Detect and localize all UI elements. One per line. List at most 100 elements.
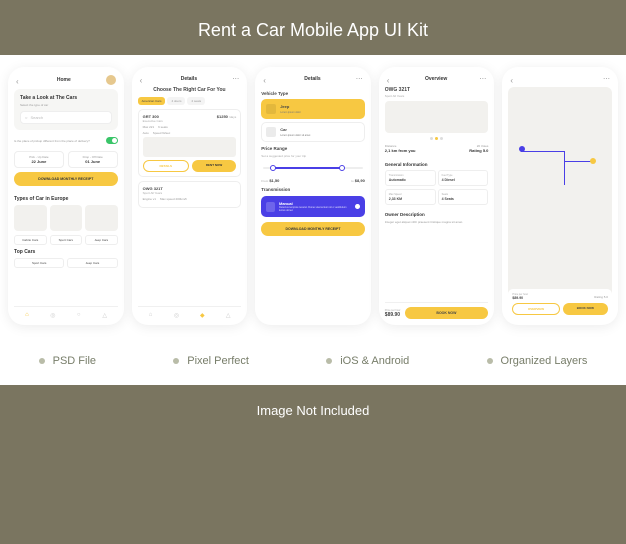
home-icon[interactable]: ⌂ <box>23 311 31 319</box>
screen-filters: Details Vehicle Type Jeep Lorem ipsum do… <box>255 67 371 325</box>
car-type-chip[interactable]: Jeep Cars <box>85 235 118 245</box>
search-icon <box>25 115 27 120</box>
welcome-sub: Select the type of car <box>20 103 112 107</box>
disclaimer-text: Image Not Included <box>257 385 370 436</box>
download-button[interactable]: DOWNLOAD MONTHLY RECEIPT <box>261 222 365 236</box>
home-icon[interactable]: ⌂ <box>147 311 155 319</box>
book-button[interactable]: BOOK NOW <box>563 303 608 315</box>
carousel-dots <box>385 137 489 140</box>
screen-map: Price per hour $89.90 Rating 5.0 OVERVIE… <box>502 67 618 325</box>
back-icon[interactable] <box>387 76 393 82</box>
user-icon[interactable]: △ <box>224 311 232 319</box>
compass-icon[interactable]: ◎ <box>49 311 57 319</box>
screen-title: Details <box>181 76 197 82</box>
pickup-date-box[interactable]: Pick - Up Date 22 June <box>14 151 64 168</box>
filter-chip[interactable]: 4 doors <box>167 97 185 105</box>
car-type-chip[interactable]: Cabrio Cars <box>14 235 47 245</box>
spec: Max speed 200km/h <box>160 197 187 201</box>
vehicle-desc: Lorem ipsum dolor <box>280 111 301 114</box>
car-type-tile[interactable] <box>85 205 118 231</box>
owner-desc-heading: Owner Description <box>385 212 489 217</box>
vehicle-option-car[interactable]: Car Lorem ipsum dolor sit amet <box>261 122 365 142</box>
search-input[interactable]: Search <box>20 111 112 124</box>
price-slider[interactable] <box>263 164 363 172</box>
price-sub: Set a suggested price for your trip <box>261 154 365 158</box>
car-name: OWG 321T <box>385 87 489 93</box>
transmission-option[interactable]: Manual Delectus tempore tenetur. Donec e… <box>261 196 365 217</box>
welcome-heading: Take a Look at The Cars <box>20 95 112 101</box>
subtitle: Choose The Right Car For You <box>138 87 242 93</box>
car-icon <box>266 127 276 137</box>
compass-icon[interactable]: ◎ <box>172 311 180 319</box>
bottom-nav: ⌂ ◎ ◆ △ <box>138 306 242 319</box>
screen-title: Overview <box>425 76 447 82</box>
details-button[interactable]: DETAILS <box>143 160 189 172</box>
transmission-desc: Delectus tempore tenetur. Donec elementu… <box>279 206 351 212</box>
spec: 6 seats <box>158 125 168 129</box>
feature-item: iOS & Android <box>340 355 409 367</box>
screen-home: Home Take a Look at The Cars Select the … <box>8 67 124 325</box>
dot-icon[interactable] <box>440 137 443 140</box>
more-icon[interactable] <box>479 75 486 83</box>
car-card[interactable]: OWG 321T Sport All Years Engine v1 Max s… <box>138 181 242 208</box>
overview-button[interactable]: OVERVIEW <box>512 303 559 315</box>
bullet-icon <box>39 358 45 364</box>
map-view[interactable] <box>508 87 612 315</box>
bullet-icon <box>173 358 179 364</box>
toggle-switch[interactable] <box>106 137 118 144</box>
slider-thumb-min[interactable] <box>270 165 276 171</box>
car-icon[interactable]: ◆ <box>198 311 206 319</box>
feature-item: PSD File <box>53 355 96 367</box>
pickup-value: 22 June <box>31 159 46 164</box>
car-card[interactable]: GRT 300 Executive Cars $1250 /days Max 2… <box>138 109 242 177</box>
filter-chip[interactable]: 2 seats <box>187 97 205 105</box>
car-category: Sport All Years <box>143 191 163 195</box>
car-type-chip[interactable]: Sport Cars <box>50 235 83 245</box>
car-price: $1250 <box>217 114 228 119</box>
vehicle-name: Car <box>280 127 310 132</box>
more-icon[interactable] <box>603 75 610 83</box>
vehicle-option-jeep[interactable]: Jeep Lorem ipsum dolor <box>261 99 365 119</box>
screen-title: Home <box>57 77 71 83</box>
search-placeholder: Search <box>30 115 43 120</box>
end-pin-icon <box>590 158 596 164</box>
price-value: $89.90 <box>385 312 400 318</box>
download-button[interactable]: DOWNLOAD MONTHLY RECEIPT <box>14 172 118 186</box>
rating-value: Rating 5.0 <box>469 148 488 153</box>
spec-box: TransmissionAutomatic <box>385 170 436 186</box>
back-icon[interactable] <box>140 76 146 82</box>
toggle-label: Is the place of pickup different from th… <box>14 139 90 143</box>
from-label: From <box>261 179 268 183</box>
rating: Rating 5.0 <box>594 295 608 299</box>
dropoff-value: 01 June <box>85 159 100 164</box>
book-button[interactable]: BOOK NOW <box>405 307 489 319</box>
menu-icon[interactable] <box>16 77 22 83</box>
dropoff-date-box[interactable]: Drop - Off Date 01 June <box>68 151 118 168</box>
general-info-heading: General Information <box>385 162 489 167</box>
spec: Max 221 <box>143 125 155 129</box>
more-icon[interactable] <box>232 75 239 83</box>
transmission-icon <box>266 202 275 212</box>
screen-details-list: Details Choose The Right Car For You Ame… <box>132 67 248 325</box>
more-icon[interactable] <box>356 75 363 83</box>
dot-icon[interactable] <box>430 137 433 140</box>
page-title: Rent a Car Mobile App UI Kit <box>198 0 428 55</box>
car-image-placeholder <box>143 137 237 157</box>
filter-chips: American Cars 4 doors 2 seats <box>138 97 242 105</box>
back-icon[interactable] <box>263 76 269 82</box>
car-type-tile[interactable] <box>14 205 47 231</box>
search-nav-icon[interactable]: ○ <box>75 311 83 319</box>
top-car-chip[interactable]: Jeep Cars <box>67 258 117 268</box>
avatar[interactable] <box>106 75 116 85</box>
filter-chip[interactable]: American Cars <box>138 97 166 105</box>
car-type-tile[interactable] <box>50 205 83 231</box>
route-segment <box>564 161 591 162</box>
slider-thumb-max[interactable] <box>339 165 345 171</box>
top-car-chip[interactable]: Sport Cars <box>14 258 64 268</box>
user-icon[interactable]: △ <box>101 311 109 319</box>
back-icon[interactable] <box>510 76 516 82</box>
owner-desc-text: Integer eget aliquet nibh praesent trist… <box>385 220 489 224</box>
rent-button[interactable]: RENT NOW <box>192 160 236 172</box>
dot-icon[interactable] <box>435 137 438 140</box>
section-types-heading: Types of Car in Europe <box>14 196 118 202</box>
